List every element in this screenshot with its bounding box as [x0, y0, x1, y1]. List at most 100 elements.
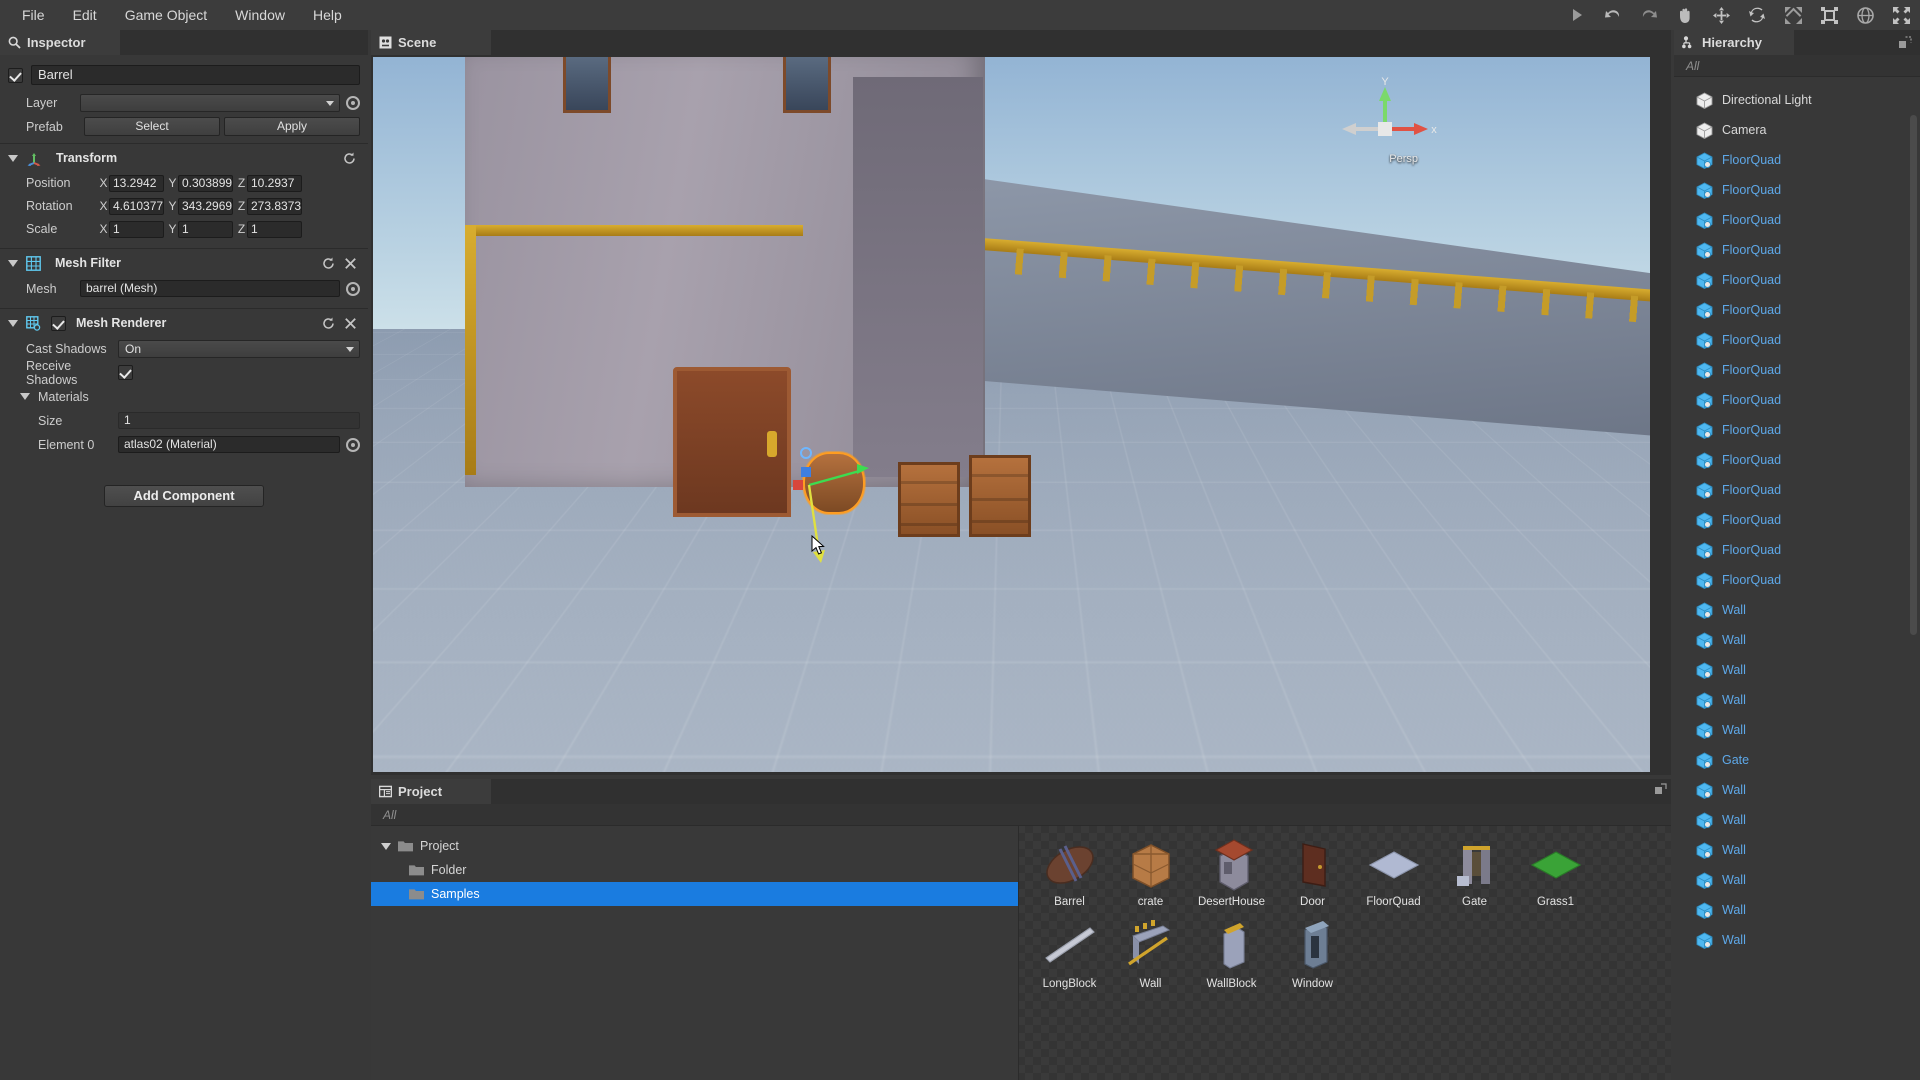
menu-file[interactable]: File: [8, 0, 59, 30]
hierarchy-item-floorquad[interactable]: FloorQuad: [1674, 475, 1920, 505]
element0-picker-button[interactable]: [346, 438, 360, 452]
layer-dropdown[interactable]: [80, 94, 340, 112]
hierarchy-item-wall[interactable]: Wall: [1674, 835, 1920, 865]
asset-longblock[interactable]: LongBlock: [1029, 918, 1110, 990]
mesh-renderer-enabled-checkbox[interactable]: [51, 316, 66, 331]
asset-crate[interactable]: crate: [1110, 836, 1191, 908]
hierarchy-item-floorquad[interactable]: FloorQuad: [1674, 325, 1920, 355]
asset-gate[interactable]: Gate: [1434, 836, 1515, 908]
hierarchy-item-wall[interactable]: Wall: [1674, 895, 1920, 925]
mesh-picker-button[interactable]: [346, 282, 360, 296]
asset-wallblock[interactable]: WallBlock: [1191, 918, 1272, 990]
close-icon[interactable]: [345, 258, 356, 269]
rotation-x-field[interactable]: 4.610377: [109, 198, 164, 215]
tab-scene[interactable]: Scene: [371, 30, 491, 55]
hierarchy-item-floorquad[interactable]: FloorQuad: [1674, 235, 1920, 265]
mesh-renderer-component-header[interactable]: Mesh Renderer: [0, 311, 368, 335]
receive-shadows-checkbox[interactable]: [118, 365, 133, 380]
mesh-filter-component-header[interactable]: Mesh Filter: [0, 251, 368, 275]
menu-window[interactable]: Window: [221, 0, 299, 30]
hierarchy-scrollbar[interactable]: [1910, 115, 1917, 635]
element0-field[interactable]: atlas02 (Material): [118, 436, 340, 453]
hierarchy-item-floorquad[interactable]: FloorQuad: [1674, 205, 1920, 235]
rotation-y-field[interactable]: 343.2969: [178, 198, 233, 215]
asset-wall[interactable]: Wall: [1110, 918, 1191, 990]
hierarchy-item-floorquad[interactable]: FloorQuad: [1674, 175, 1920, 205]
reset-icon[interactable]: [322, 317, 335, 330]
reset-icon[interactable]: [322, 257, 335, 270]
hierarchy-item-wall[interactable]: Wall: [1674, 775, 1920, 805]
hierarchy-item-wall[interactable]: Wall: [1674, 655, 1920, 685]
mesh-filter-foldout[interactable]: [8, 260, 18, 267]
play-icon[interactable]: [1564, 2, 1590, 28]
hierarchy-item-floorquad[interactable]: FloorQuad: [1674, 415, 1920, 445]
redo-icon[interactable]: [1636, 2, 1662, 28]
hierarchy-item-wall[interactable]: Wall: [1674, 625, 1920, 655]
scale-x-field[interactable]: 1: [109, 221, 164, 238]
hierarchy-item-wall[interactable]: Wall: [1674, 595, 1920, 625]
hierarchy-item-floorquad[interactable]: FloorQuad: [1674, 535, 1920, 565]
move-tool-icon[interactable]: [1708, 2, 1734, 28]
asset-grass1[interactable]: Grass1: [1515, 836, 1596, 908]
maximize-icon[interactable]: [1899, 36, 1912, 49]
scale-z-field[interactable]: 1: [247, 221, 302, 238]
asset-window[interactable]: Window: [1272, 918, 1353, 990]
transform-component-header[interactable]: Transform: [0, 146, 368, 170]
chevron-down-icon[interactable]: [381, 843, 391, 850]
reset-icon[interactable]: [343, 152, 356, 165]
hierarchy-item-camera[interactable]: Camera: [1674, 115, 1920, 145]
menu-game-object[interactable]: Game Object: [111, 0, 221, 30]
project-resize-handle[interactable]: [1655, 783, 1667, 795]
tab-hierarchy[interactable]: Hierarchy: [1674, 30, 1794, 55]
rotate-tool-icon[interactable]: [1744, 2, 1770, 28]
pivot-center-icon[interactable]: [1888, 2, 1914, 28]
position-y-field[interactable]: 0.303899: [178, 175, 233, 192]
materials-foldout-row[interactable]: Materials: [0, 386, 368, 407]
hierarchy-item-floorquad[interactable]: FloorQuad: [1674, 355, 1920, 385]
asset-barrel[interactable]: Barrel: [1029, 836, 1110, 908]
hierarchy-item-floorquad[interactable]: FloorQuad: [1674, 145, 1920, 175]
hierarchy-item-floorquad[interactable]: FloorQuad: [1674, 565, 1920, 595]
hierarchy-item-floorquad[interactable]: FloorQuad: [1674, 385, 1920, 415]
hierarchy-item-wall[interactable]: Wall: [1674, 685, 1920, 715]
tab-inspector[interactable]: Inspector: [0, 30, 120, 55]
hierarchy-item-wall[interactable]: Wall: [1674, 925, 1920, 955]
close-icon[interactable]: [345, 318, 356, 329]
mesh-renderer-foldout[interactable]: [8, 320, 18, 327]
project-search-bar[interactable]: All: [371, 804, 1671, 826]
materials-foldout[interactable]: [20, 393, 30, 400]
position-x-field[interactable]: 13.2942: [109, 175, 164, 192]
tab-project[interactable]: Project: [371, 779, 491, 804]
size-field[interactable]: 1: [118, 412, 360, 429]
scene-viewport[interactable]: Y x Persp: [373, 57, 1650, 772]
hand-tool-icon[interactable]: [1672, 2, 1698, 28]
hierarchy-item-floorquad[interactable]: FloorQuad: [1674, 445, 1920, 475]
tree-row-samples[interactable]: Samples: [371, 882, 1018, 906]
mesh-field[interactable]: barrel (Mesh): [80, 280, 340, 297]
hierarchy-item-floorquad[interactable]: FloorQuad: [1674, 505, 1920, 535]
tree-row-project[interactable]: Project: [371, 834, 1018, 858]
hierarchy-item-wall[interactable]: Wall: [1674, 715, 1920, 745]
asset-deserthouse[interactable]: DesertHouse: [1191, 836, 1272, 908]
hierarchy-item-floorquad[interactable]: FloorQuad: [1674, 295, 1920, 325]
object-name-field[interactable]: Barrel: [31, 65, 360, 85]
hierarchy-item-floorquad[interactable]: FloorQuad: [1674, 265, 1920, 295]
scene-axis-gizmo[interactable]: Y x: [1330, 77, 1440, 187]
tree-row-folder[interactable]: Folder: [371, 858, 1018, 882]
scale-tool-icon[interactable]: [1780, 2, 1806, 28]
scale-y-field[interactable]: 1: [178, 221, 233, 238]
hierarchy-item-directional-light[interactable]: Directional Light: [1674, 85, 1920, 115]
hierarchy-item-wall[interactable]: Wall: [1674, 865, 1920, 895]
cast-shadows-dropdown[interactable]: On: [118, 340, 360, 358]
object-enabled-checkbox[interactable]: [8, 68, 23, 83]
hierarchy-item-gate[interactable]: Gate: [1674, 745, 1920, 775]
menu-help[interactable]: Help: [299, 0, 356, 30]
position-z-field[interactable]: 10.2937: [247, 175, 302, 192]
undo-icon[interactable]: [1600, 2, 1626, 28]
prefab-apply-button[interactable]: Apply: [224, 117, 360, 136]
rect-tool-icon[interactable]: [1816, 2, 1842, 28]
prefab-select-button[interactable]: Select: [84, 117, 220, 136]
asset-floorquad[interactable]: FloorQuad: [1353, 836, 1434, 908]
asset-door[interactable]: Door: [1272, 836, 1353, 908]
rotation-z-field[interactable]: 273.8373: [247, 198, 302, 215]
